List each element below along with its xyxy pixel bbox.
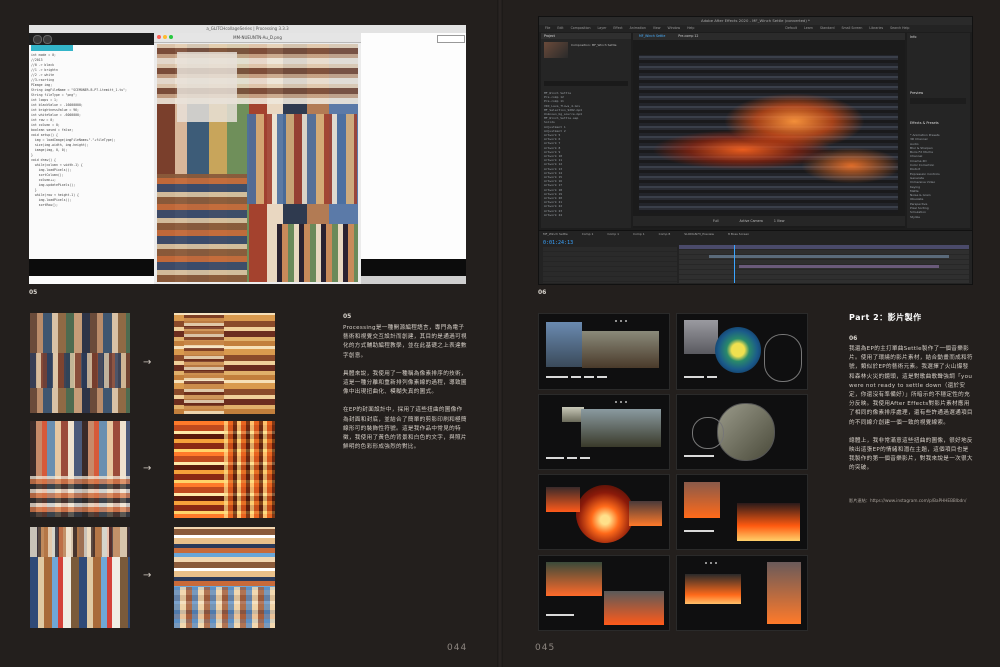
- viewer-controls: Full Active Camera 1 View: [633, 216, 905, 226]
- after-effects-screenshot: Adobe After Effects 2020 - MF_Winch Sett…: [538, 16, 973, 285]
- video-frame-1: [538, 313, 670, 390]
- timeline-tab[interactable]: Comp 1: [607, 232, 619, 236]
- timeline-tab[interactable]: SLODGN73_Preview: [684, 232, 714, 236]
- window-controls: [157, 33, 175, 42]
- playhead[interactable]: [734, 245, 735, 283]
- project-search-input[interactable]: [544, 81, 628, 86]
- workspace-tab[interactable]: Standard: [820, 26, 835, 30]
- preview-tab[interactable]: Preview: [910, 91, 923, 95]
- menu-item[interactable]: Window: [667, 26, 680, 30]
- video-frame-7: [538, 555, 670, 631]
- lava-flow-preview: [639, 55, 898, 213]
- sorted-collage-1: [174, 313, 275, 414]
- search-help-field[interactable]: Search Help: [890, 26, 909, 30]
- ae-menu-bar: File Edit Composition Layer Effect Anima…: [539, 25, 972, 32]
- right-body-text: 我還為EP的主打單曲Settle製作了一個音樂影片。使用了環繞的影片素材，結合動…: [849, 345, 973, 474]
- workspace-tab[interactable]: Learn: [804, 26, 813, 30]
- timeline-tab[interactable]: Comp 1: [633, 232, 645, 236]
- section-number-05: 05: [343, 313, 352, 320]
- menu-item[interactable]: Layer: [598, 26, 607, 30]
- paragraph-2: 總體上，我非常滿意這些扭曲的圖像，很好地反映出這張EP的情緒和潛在主題，這個項目…: [849, 437, 973, 472]
- menu-item[interactable]: Edit: [557, 26, 563, 30]
- timeline-tab[interactable]: 8 Boss Screen: [728, 232, 749, 236]
- sorted-collage-2: [174, 421, 275, 518]
- effect-category[interactable]: Stylize: [910, 215, 968, 219]
- page-number-left: 044: [447, 643, 468, 653]
- source-collage-2: [30, 421, 130, 517]
- video-frame-2: [676, 313, 808, 390]
- page-number-right: 045: [535, 643, 556, 653]
- menu-item[interactable]: Help: [687, 26, 694, 30]
- info-tab[interactable]: Info: [910, 35, 916, 39]
- timeline-tabs: MF_Winch Settle Comp 1 Comp 1 Comp 1 Comp 8 S…: [543, 232, 968, 238]
- ae-title-bar: Adobe After Effects 2020 - MF_Winch Sett…: [539, 17, 972, 25]
- paragraph-3: 在EP的封面設計中，採用了這些扭曲的圖像作為封面和封底，並結合了簡單的剪影印刷和…: [343, 407, 467, 451]
- video-frame-8: [676, 555, 808, 631]
- paragraph-1: Processing是一種開源編程語言，專門為電子藝術和視覺交互設計而創建，其目…: [343, 325, 467, 359]
- timeline-tab[interactable]: Comp 1: [582, 232, 594, 236]
- source-collage-3: [30, 527, 130, 628]
- figure-number-05: 05: [29, 289, 38, 296]
- processing-screenshot: a_GLITCHcollageSeries | Processing 3.3.3…: [29, 25, 466, 284]
- timecode-display[interactable]: 0:01:24:13: [543, 240, 573, 246]
- project-item-list[interactable]: MF_Winch Settle Pre-comp 12 Pre-comp 11 VID…: [544, 91, 629, 221]
- tab-composition[interactable]: MF_Winch Settle: [633, 34, 671, 38]
- workspace-tab[interactable]: Libraries: [869, 26, 883, 30]
- glitch-collage-image: [157, 44, 358, 282]
- timeline-tab[interactable]: Comp 8: [659, 232, 671, 236]
- right-panels: Info Preview Effects & Presets * Animati…: [907, 33, 970, 228]
- tab-precomp[interactable]: Pre-comp 12: [672, 34, 704, 38]
- page-spine: [497, 0, 503, 667]
- figure-number-06: 06: [538, 289, 547, 296]
- section-number-06: 06: [849, 335, 858, 342]
- image-viewer-title-bar: MM-NUEUNTN-Au_D.png: [154, 33, 361, 43]
- view-dropdown[interactable]: 1 View: [774, 219, 785, 223]
- composition-tabs: MF_Winch Settle Pre-comp 12: [633, 33, 905, 40]
- timeline-tab[interactable]: MF_Winch Settle: [543, 232, 568, 236]
- workspace-tab[interactable]: Small Screen: [842, 26, 863, 30]
- arrow-icon: →: [143, 463, 152, 474]
- image-viewer-title: MM-NUEUNTN-Au_D.png: [233, 35, 282, 40]
- effects-presets-tab[interactable]: Effects & Presets: [910, 121, 939, 125]
- composition-panel: MF_Winch Settle Pre-comp 12 Full Active …: [633, 33, 905, 228]
- paragraph-2: 具體來說，我使用了一種稱為像素排序的技術，這是一種分離和重新排列像素線的過程，導…: [343, 370, 467, 396]
- arrow-icon: →: [143, 357, 152, 368]
- arrow-icon: →: [143, 570, 152, 581]
- paragraph-1: 我還為EP的主打單曲Settle製作了一個音樂影片。使用了環繞的影片素材，結合動…: [849, 346, 973, 426]
- timeline-tracks[interactable]: [679, 245, 969, 283]
- menu-item[interactable]: Animation: [630, 26, 646, 30]
- project-tab[interactable]: Project: [541, 33, 631, 39]
- project-header-info: Composition: MF_Winch Settle: [571, 43, 617, 47]
- camera-dropdown[interactable]: Active Camera: [739, 219, 762, 223]
- left-body-text: Processing是一種開源編程語言，專門為電子藝術和視覺交互設計而創建，其目…: [343, 324, 468, 452]
- source-collage-1: [30, 313, 130, 413]
- effects-list[interactable]: * Animation Presets 3D Channel Audio Blur &…: [910, 133, 968, 228]
- workspace-tab[interactable]: Default: [785, 26, 797, 30]
- editor-tab: [31, 45, 73, 51]
- video-frame-4: [676, 394, 808, 470]
- project-item[interactable]: Artwork 24: [544, 213, 629, 217]
- menu-item[interactable]: View: [653, 26, 661, 30]
- video-frame-5: [538, 474, 670, 550]
- preview-controls: [910, 98, 966, 104]
- video-link-credit[interactable]: 影片連結：https://www.instagram.com/p/BaPHHEB…: [849, 498, 979, 504]
- menu-item[interactable]: Composition: [571, 26, 591, 30]
- project-thumbnail: [544, 42, 568, 58]
- zoom-dropdown[interactable]: Full: [713, 219, 718, 223]
- video-frame-6: [676, 474, 808, 550]
- project-panel: Project Composition: MF_Winch Settle MF_…: [541, 33, 631, 228]
- stop-icon: [43, 35, 52, 44]
- video-frame-3: [538, 394, 670, 470]
- image-viewer-window: MM-NUEUNTN-Au_D.png: [154, 33, 361, 284]
- run-icon: [33, 35, 42, 44]
- menu-item[interactable]: Effect: [613, 26, 622, 30]
- timeline-panel: MF_Winch Settle Comp 1 Comp 1 Comp 1 Comp 8 S…: [539, 230, 972, 284]
- java-mode-badge: [437, 35, 465, 43]
- sorted-collage-3: [174, 527, 275, 628]
- part-heading: Part 2：影片製作: [849, 313, 922, 322]
- layer-list[interactable]: [543, 247, 677, 283]
- menu-item[interactable]: File: [545, 26, 550, 30]
